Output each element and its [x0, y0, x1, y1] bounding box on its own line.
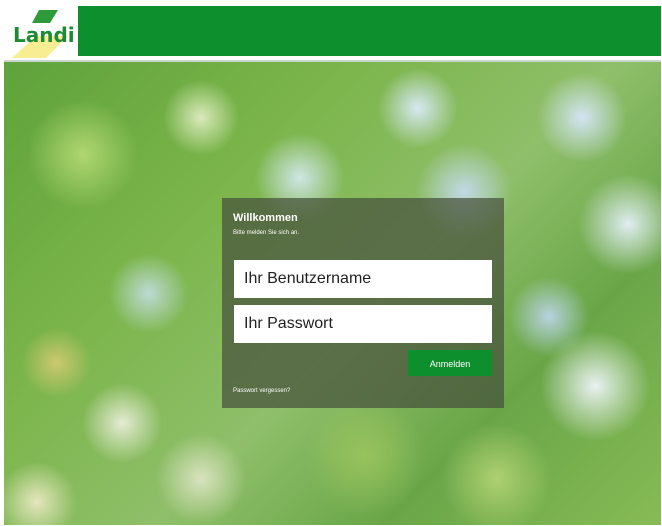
password-input[interactable]	[234, 305, 492, 343]
forgot-password-link[interactable]: Passwort vergessen?	[233, 388, 290, 394]
page-frame: Landi Willkommen Bitte melden Sie sich a…	[4, 4, 661, 525]
username-input[interactable]	[234, 260, 492, 298]
header-bar	[78, 6, 661, 56]
header: Landi	[4, 4, 661, 62]
landi-logo[interactable]: Landi	[6, 6, 75, 60]
login-title: Willkommen	[233, 212, 298, 224]
login-subtitle: Bitte melden Sie sich an.	[233, 230, 300, 236]
logo-text: Landi	[13, 23, 75, 47]
login-panel: Willkommen Bitte melden Sie sich an. Anm…	[222, 198, 504, 408]
login-button[interactable]: Anmelden	[408, 350, 492, 376]
